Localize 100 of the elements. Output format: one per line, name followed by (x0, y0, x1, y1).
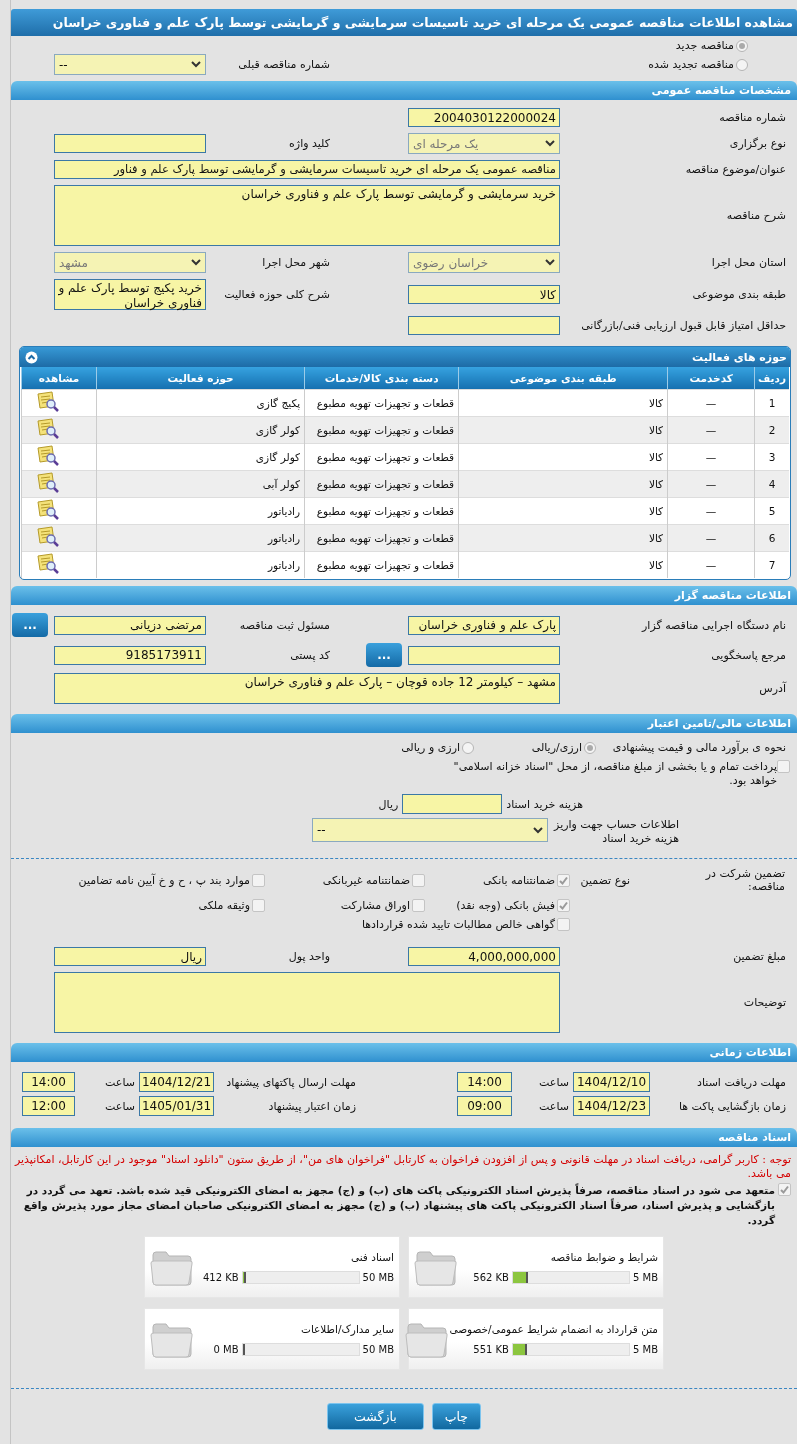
file-name: شرایط و ضوابط مناقصه (550, 1250, 658, 1263)
size-used: 0 MB (213, 1343, 239, 1355)
radio-button[interactable] (462, 741, 474, 754)
document-search-icon[interactable] (36, 418, 60, 440)
field-label: آدرس (758, 682, 788, 695)
date-field[interactable]: 1405/01/31 (139, 1096, 214, 1116)
input-field[interactable] (408, 645, 560, 665)
action-button[interactable]: بازگشت (327, 1403, 424, 1430)
field-label: تضمین شرکت در مناقصه: (704, 867, 785, 893)
document-search-icon[interactable] (36, 445, 60, 467)
table-cell: قطعات و تجهیزات تهویه مطبوع (304, 524, 459, 552)
input-field[interactable]: 9185173911 (54, 645, 206, 665)
document-search-icon[interactable] (36, 553, 60, 575)
table-cell: 4 (754, 470, 789, 498)
size-limit: 50 MB (362, 1271, 394, 1283)
input-field[interactable] (408, 316, 560, 335)
collapse-icon[interactable] (25, 350, 38, 364)
input-field[interactable]: کالا (408, 285, 560, 304)
column-header: دسته بندی کالا/خدمات (304, 367, 459, 390)
date-field[interactable]: 1404/12/21 (139, 1072, 214, 1092)
checkbox[interactable] (412, 899, 425, 912)
field-label: توضیحات (742, 996, 787, 1009)
file-name: اسناد فنی (350, 1250, 394, 1263)
option-label: مناقصه تجدید شده (648, 58, 734, 71)
checkbox[interactable] (252, 899, 265, 912)
radio-button[interactable] (736, 39, 748, 52)
field-label: مبلغ تضمین (732, 950, 787, 963)
checkbox[interactable] (557, 899, 570, 912)
text-area[interactable] (54, 972, 560, 1033)
document-search-icon[interactable] (36, 499, 60, 521)
table-cell: قطعات و تجهیزات تهویه مطبوع (304, 551, 459, 578)
input-field[interactable]: 2004030122000024 (408, 108, 560, 127)
input-field[interactable]: پارک علم و فناوری خراسان (408, 615, 560, 635)
field-label: نحوه ی برآورد مالی و قیمت پیشنهادی (611, 741, 787, 754)
checkbox[interactable] (777, 760, 790, 773)
input-field[interactable]: مناقصه عمومی یک مرحله ای خرید تاسیسات سرمایشی و گرمایشی توسط پارک علم و فناور (54, 160, 560, 179)
checkbox[interactable] (412, 873, 425, 887)
field-label: هزینه خرید اسناد (506, 797, 584, 811)
field-label: شهر محل اجرا (261, 256, 331, 269)
table-cell: کالا (458, 470, 668, 498)
field-label: حداقل امتیاز قابل قبول ارزیابی فنی/بازرگانی (580, 319, 787, 332)
time-field[interactable]: 14:00 (22, 1072, 75, 1092)
table-cell: — (667, 524, 755, 552)
time-field[interactable]: 14:00 (457, 1072, 512, 1092)
checkbox[interactable] (252, 873, 265, 887)
field-label: نام دستگاه اجرایی مناقصه گزار (640, 618, 787, 632)
radio-button[interactable] (736, 58, 748, 71)
input-field[interactable] (54, 134, 206, 153)
option-label: ضمانتنامه غیربانکی (322, 873, 410, 887)
input-field[interactable]: 4,000,000,000 (408, 947, 560, 966)
option-label: اوراق مشارکت (340, 899, 410, 912)
option-label: ارزی/ریالی (531, 741, 582, 754)
table-cell: قطعات و تجهیزات تهویه مطبوع (304, 416, 459, 444)
input-field[interactable] (402, 794, 503, 814)
field-label: ساعت (538, 1075, 570, 1089)
document-search-icon[interactable] (36, 526, 60, 548)
column-header: مشاهده (21, 367, 97, 390)
dropdown-field[interactable]: -- (54, 54, 206, 75)
input-field[interactable]: مرتضی دزیانی (54, 615, 206, 635)
document-search-icon[interactable] (36, 472, 60, 494)
dropdown-field[interactable]: -- (312, 818, 548, 842)
field-label: ساعت (538, 1099, 570, 1113)
checkbox[interactable] (778, 1183, 791, 1196)
option-label: ارزی و ریالی (401, 741, 460, 754)
field-label: ساعت (104, 1075, 136, 1089)
radio-button[interactable] (584, 741, 596, 754)
text-area[interactable]: خرید پکیج توسط پارک علم و فناوری خراسان (54, 279, 206, 310)
time-field[interactable]: 12:00 (22, 1096, 75, 1116)
document-search-icon[interactable] (36, 391, 60, 413)
table-cell: — (667, 551, 755, 578)
file-name: متن قرارداد به انضمام شرایط عمومی/خصوصی (449, 1322, 658, 1335)
page-title: مشاهده اطلاعات مناقصه عمومی یک مرحله ای خرید تاسیسات سرمایشی و گرمایشی توسط پارک علم و فناوری خراسان (11, 9, 797, 36)
field-label: عنوان/موضوع مناقصه (684, 163, 787, 176)
column-header: طبقه بندی موضوعی (458, 367, 668, 390)
text-area[interactable]: خرید سرمایشی و گرمایشی توسط پارک علم و فناوری خراسان (54, 185, 560, 246)
date-field[interactable]: 1404/12/23 (573, 1096, 650, 1116)
text-area[interactable]: مشهد – کیلومتر 12 جاده قوچان – پارک علم و فناوری خراسان (54, 673, 560, 704)
browse-button[interactable]: ... (12, 613, 48, 637)
option-label: موارد بند پ ، ح و خ آیین نامه تضامین (78, 873, 250, 887)
field-label: طبقه بندی موضوعی (691, 288, 787, 301)
checkbox[interactable] (557, 918, 570, 931)
table-cell: کولر آبی (96, 470, 305, 498)
time-field[interactable]: 09:00 (457, 1096, 512, 1116)
input-field[interactable]: ریال (54, 947, 206, 966)
browse-button[interactable]: ... (366, 643, 402, 667)
field-label: نوع تضمین (579, 873, 631, 887)
field-label: مسئول ثبت مناقصه (238, 618, 331, 632)
field-label: زمان بازگشایی پاکت ها (677, 1099, 787, 1113)
option-label: ضمانتنامه بانکی (482, 873, 555, 887)
checkbox[interactable] (557, 873, 570, 887)
table-cell: کالا (458, 524, 668, 552)
table-cell: 7 (754, 551, 789, 578)
option-label: پرداخت تمام و یا بخشی از مبلغ مناقصه، از محل "اسناد خزانه اسلامی" خواهد بود. (452, 760, 777, 788)
column-header: ردیف (754, 367, 789, 390)
action-button[interactable]: چاپ (431, 1403, 481, 1430)
field-label: مهلت دریافت اسناد (696, 1075, 787, 1089)
date-field[interactable]: 1404/12/10 (573, 1072, 650, 1092)
size-limit: 5 MB (632, 1271, 658, 1283)
field-label: شماره مناقصه (718, 111, 787, 124)
table-cell: — (667, 416, 755, 444)
